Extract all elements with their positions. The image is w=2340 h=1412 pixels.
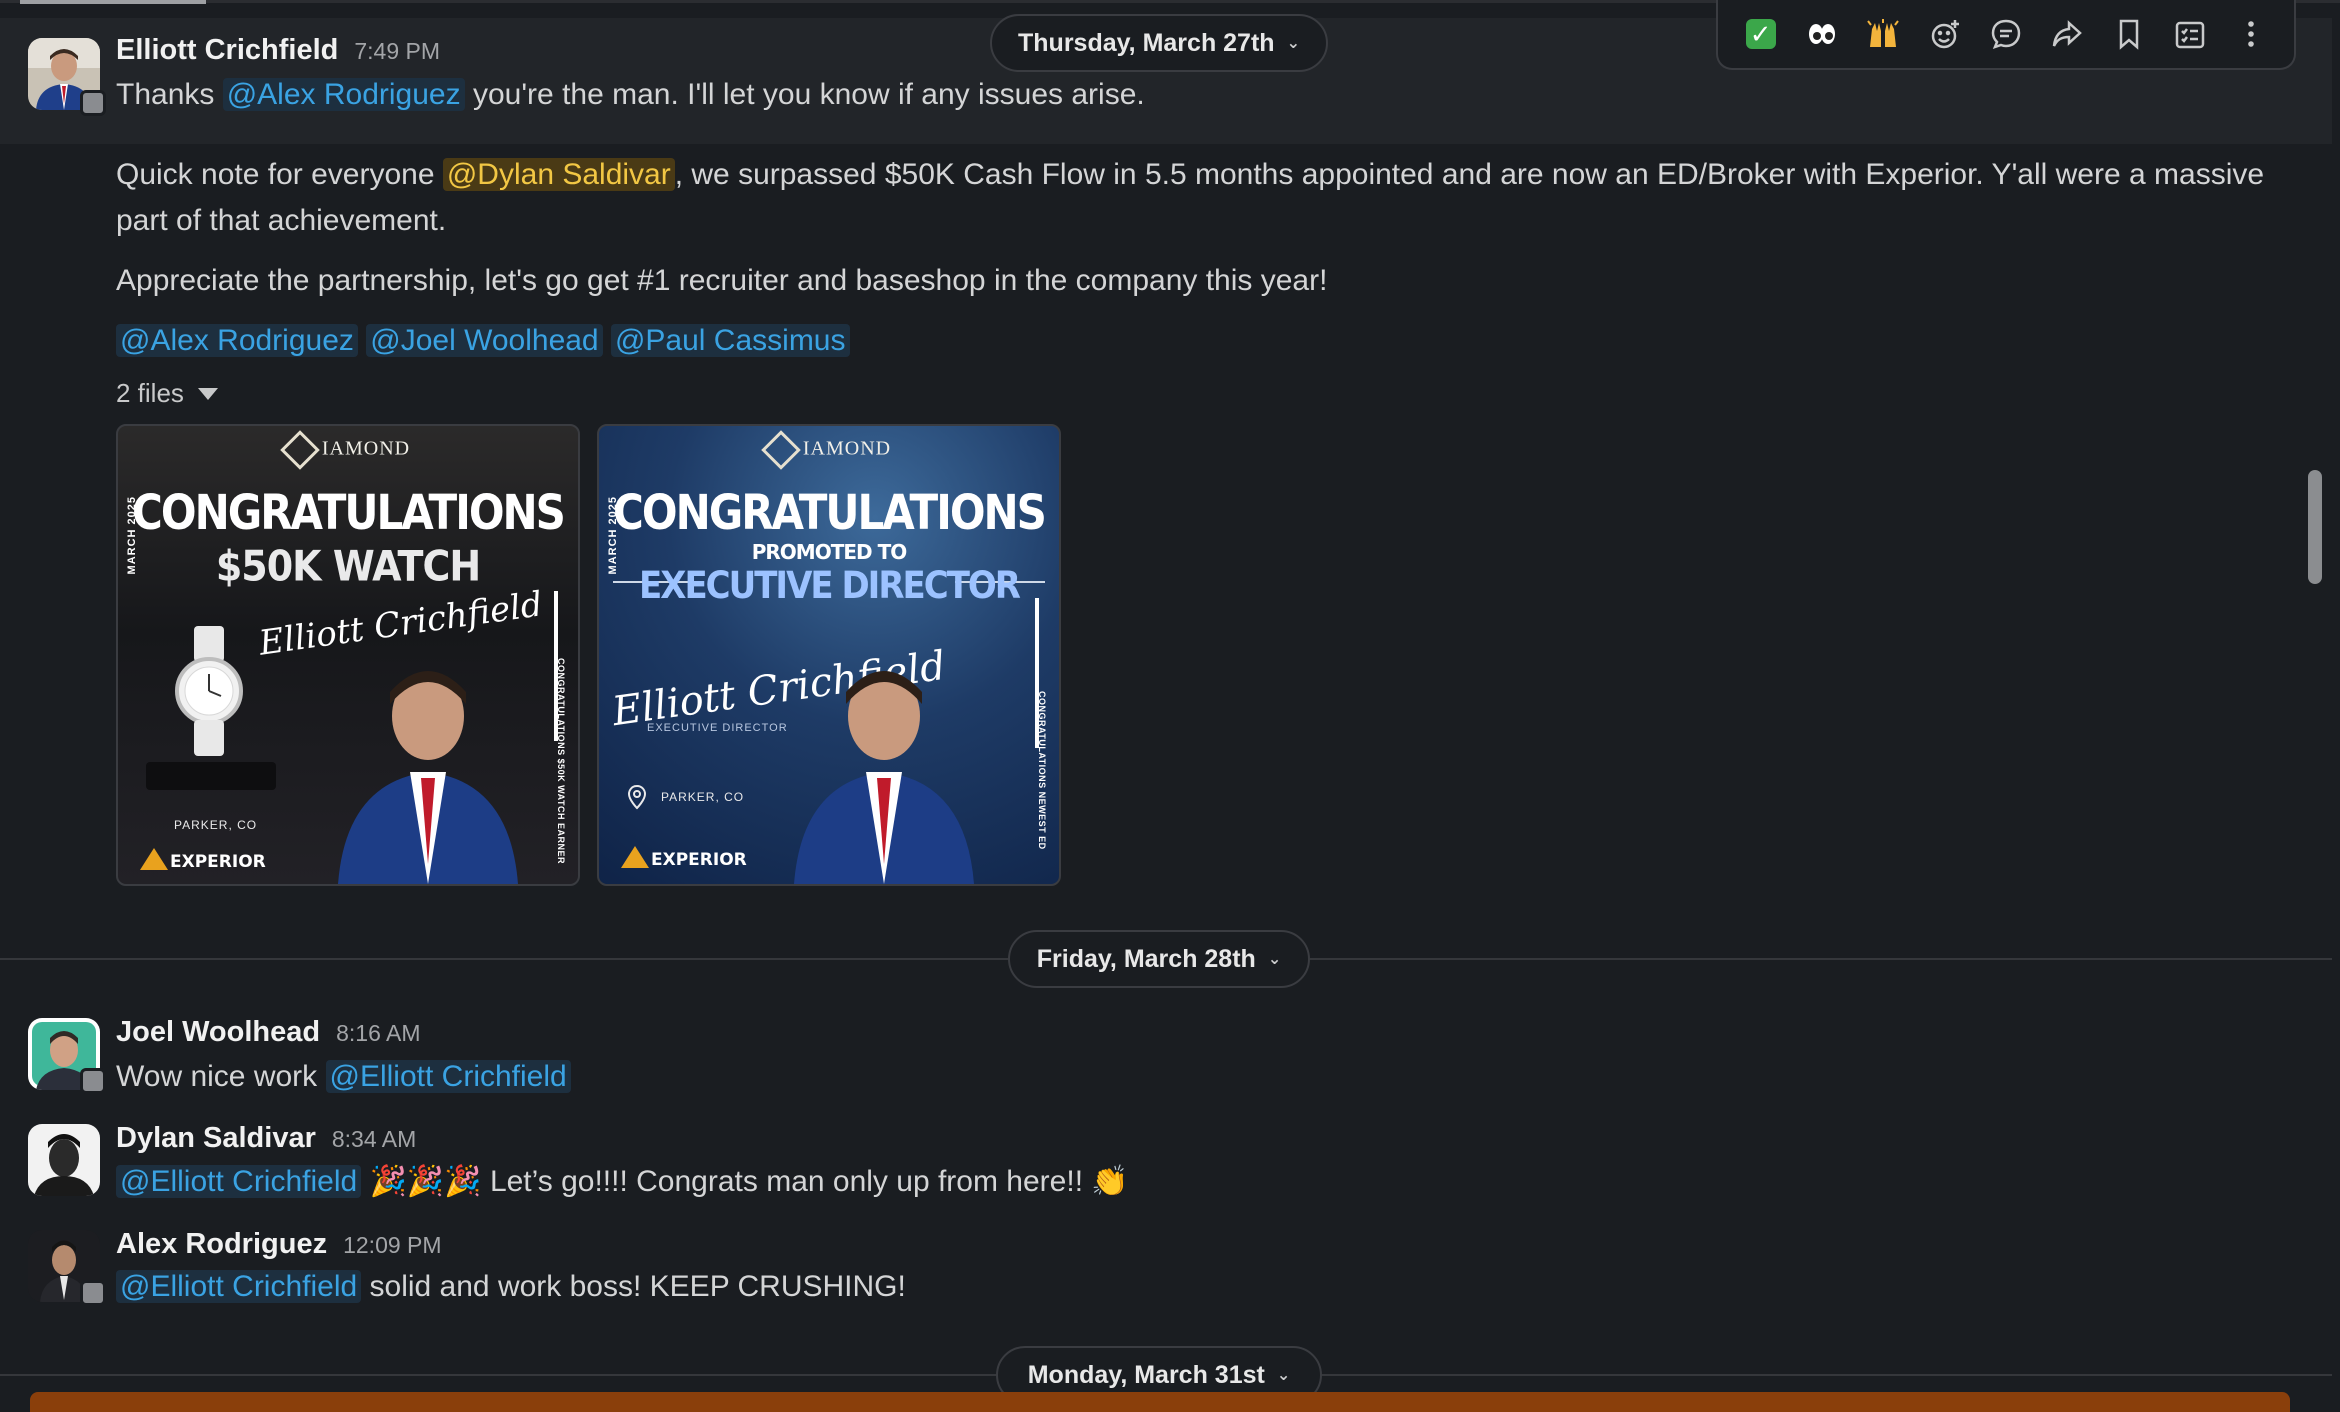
date-divider-thursday[interactable]: Thursday, March 27th ⌄ [990,14,1328,72]
caret-down-icon [197,387,218,400]
message-text: Appreciate the partnership, let's go get… [116,264,1328,297]
presence-indicator [80,1068,106,1094]
clapping-hands-emoji-icon[interactable]: 👏 [1091,1165,1128,1198]
chevron-down-icon: ⌄ [1276,1367,1291,1384]
files-count: 2 files [116,378,184,408]
timestamp[interactable]: 12:09 PM [343,1232,441,1259]
watch-stand [146,762,276,790]
user-mention[interactable]: @Alex Rodriguez [222,78,465,111]
white-check-mark-emoji-icon[interactable]: ✓ [1736,9,1786,59]
role-text: EXECUTIVE DIRECTOR [647,722,788,734]
scrollbar-thumb[interactable] [2308,470,2322,584]
message-header: Alex Rodriguez 12:09 PM [116,1228,442,1261]
date-label: Friday, March 28th [1036,944,1256,973]
date-divider-friday[interactable]: Friday, March 28th ⌄ [1008,930,1310,988]
more-actions-icon[interactable] [2226,9,2276,59]
message-text: @Elliott Crichfield solid and work boss!… [116,1270,906,1304]
date-label: Monday, March 31st [1027,1360,1265,1389]
author-name[interactable]: Alex Rodriguez [116,1228,327,1261]
add-reaction-icon[interactable] [1920,9,1970,59]
timestamp[interactable]: 8:16 AM [336,1020,420,1047]
mentions-line: @Alex Rodriguez @Joel Woolhead @Paul Cas… [116,324,850,358]
new-messages-banner[interactable] [30,1392,2290,1412]
image-attachment-watch[interactable]: IAMOND MARCH 2025 CONGRATULATIONS $50K W… [116,424,580,886]
card-title: CONGRATULATIONS [613,484,1047,541]
message-text: @Elliott Crichfield 🎉🎉🎉 Let’s go!!!! Con… [116,1164,1129,1199]
message-actions-toolbar: ✓ [1716,0,2296,70]
text-segment: Wow nice work [116,1060,326,1093]
user-mention[interactable]: @Joel Woolhead [366,324,603,357]
timestamp[interactable]: 8:34 AM [332,1126,416,1153]
experior-logo: EXPERIOR [621,846,747,870]
eyes-emoji-icon[interactable] [1797,9,1847,59]
chevron-down-icon: ⌄ [1286,35,1300,52]
message-header: Elliott Crichfield 7:49 PM [116,34,440,67]
author-name[interactable]: Joel Woolhead [116,1016,320,1049]
card-subtitle: $50K WATCH [215,541,481,591]
party-popper-emoji-icon[interactable]: 🎉🎉🎉 [370,1165,482,1198]
location-text: PARKER, CO [174,818,258,832]
diamond-logo: IAMOND [599,430,1059,470]
user-mention[interactable]: @Elliott Crichfield [325,1060,571,1093]
user-mention-highlighted[interactable]: @Dylan Saldivar [442,158,675,191]
text-segment: solid and work boss! KEEP CRUSHING! [361,1270,906,1303]
message-text: Quick note for everyone @Dylan Saldivar,… [116,152,2296,244]
add-to-list-icon[interactable] [2165,9,2215,59]
message-text: Wow nice work @Elliott Crichfield [116,1060,571,1094]
promoted-to-text: PROMOTED TO [751,540,907,564]
save-bookmark-icon[interactable] [2104,9,2154,59]
user-mention[interactable]: @Elliott Crichfield [116,1270,362,1303]
side-caption: CONGRATULATIONS $50K WATCH EARNER [556,657,566,864]
forward-icon[interactable] [2042,9,2092,59]
card-title: CONGRATULATIONS [132,484,566,541]
user-mention[interactable]: @Alex Rodriguez [116,324,358,357]
location-text: PARKER, CO [661,790,745,804]
user-mention[interactable]: @Elliott Crichfield [116,1165,362,1198]
text-segment: Quick note for everyone [116,158,443,191]
top-tab-indicator [20,0,206,4]
avatar-dylan-saldivar[interactable] [28,1124,100,1196]
presence-indicator [80,1280,106,1306]
text-segment: Thanks [116,78,223,111]
watch-image [175,626,243,756]
experior-logo: EXPERIOR [140,848,266,872]
image-attachment-executive-director[interactable]: IAMOND MARCH 2025 CONGRATULATIONS PROMOT… [597,424,1061,886]
presence-indicator [80,90,106,116]
raised-hands-emoji-icon[interactable] [1858,9,1908,59]
author-name[interactable]: Elliott Crichfield [116,34,338,67]
message-header: Joel Woolhead 8:16 AM [116,1016,421,1049]
files-toggle[interactable]: 2 files [116,378,218,409]
diamond-logo: IAMOND [118,430,578,470]
card-subtitle: EXECUTIVE DIRECTOR [639,564,1021,608]
author-name[interactable]: Dylan Saldivar [116,1122,316,1155]
text-segment: you're the man. I'll let you know if any… [464,78,1145,111]
side-caption: CONGRATULATIONS NEWEST ED [1037,691,1047,850]
portrait-image [338,671,518,884]
date-label: Thursday, March 27th [1018,28,1275,57]
message-header: Dylan Saldivar 8:34 AM [116,1122,416,1155]
user-mention[interactable]: @Paul Cassimus [610,324,850,357]
text-segment: Let’s go!!!! Congrats man only up from h… [489,1165,1084,1198]
message-text: Thanks @Alex Rodriguez you're the man. I… [116,78,1145,112]
timestamp[interactable]: 7:49 PM [354,38,440,65]
location-pin-icon [627,784,647,810]
reply-in-thread-icon[interactable] [1981,9,2031,59]
chevron-down-icon: ⌄ [1267,951,1282,968]
portrait-image [794,671,974,884]
